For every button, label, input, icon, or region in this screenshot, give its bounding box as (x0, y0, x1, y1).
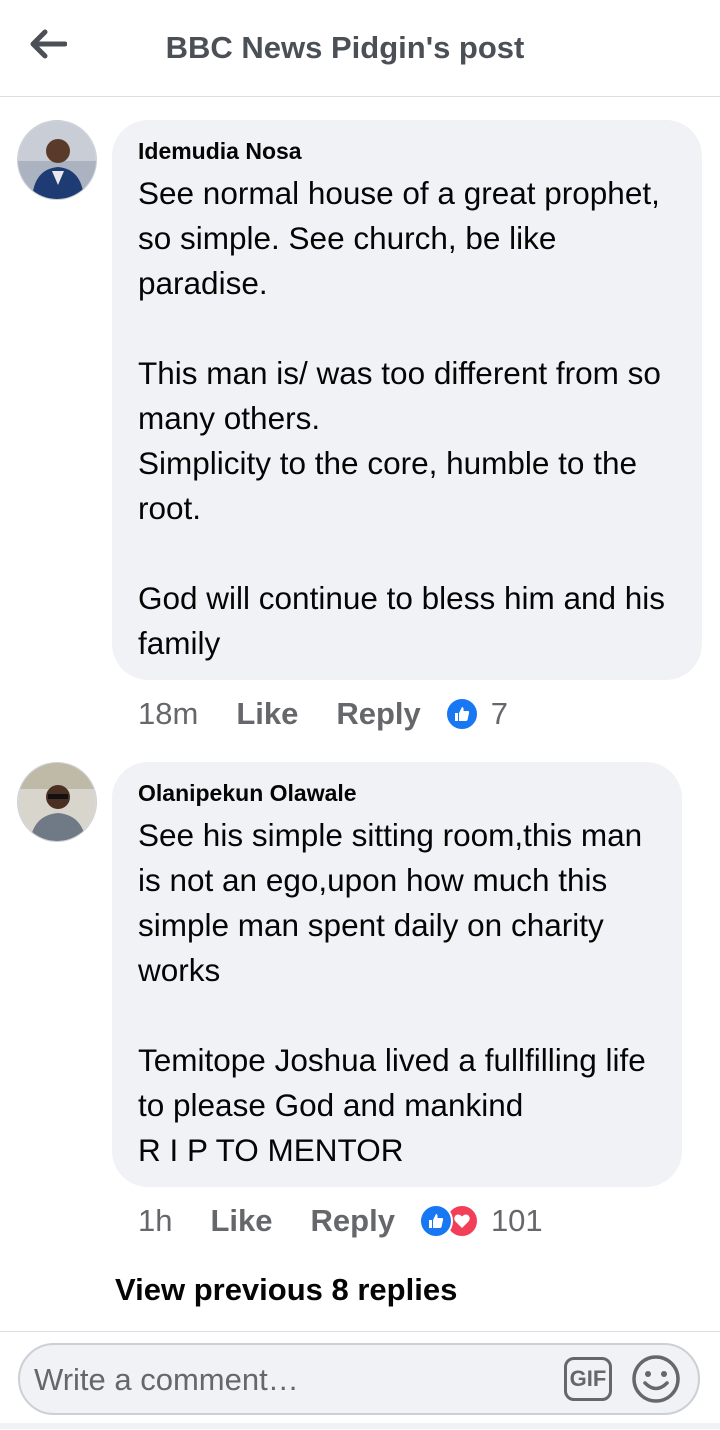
comment-input-container[interactable]: GIF (18, 1343, 700, 1415)
like-reaction-icon (418, 1204, 453, 1238)
avatar-idemudia-nosa[interactable] (17, 120, 97, 200)
avatar-image (18, 121, 96, 199)
page-title: BBC News Pidgin's post (165, 30, 525, 65)
comment-text: See his simple sitting room,this man is … (138, 817, 646, 1168)
comment-text: See normal house of a great prophet, so … (138, 175, 666, 661)
reaction-count: 101 (490, 1203, 543, 1238)
bottom-divider (0, 1423, 720, 1429)
comment-bubble[interactable]: Olanipekun Olawale See his simple sittin… (112, 762, 682, 1187)
avatar-image (18, 763, 96, 841)
comment-input[interactable] (32, 1353, 556, 1407)
reply-button[interactable]: Reply (336, 696, 420, 732)
smiley-icon[interactable] (630, 1353, 682, 1405)
like-reaction-icon (444, 697, 479, 731)
comment-meta: 1h Like Reply 101 (138, 1203, 543, 1239)
like-button[interactable]: Like (236, 696, 298, 732)
gif-button[interactable]: GIF (564, 1357, 612, 1401)
reaction-summary[interactable]: 7 (444, 696, 509, 732)
top-bar: BBC News Pidgin's post (0, 0, 720, 97)
reply-button[interactable]: Reply (311, 1203, 395, 1239)
comment-meta: 18m Like Reply 7 (138, 696, 508, 732)
comment-time[interactable]: 18m (138, 696, 198, 732)
comment-bubble[interactable]: Idemudia Nosa See normal house of a grea… (112, 120, 702, 680)
comment-composer: GIF (0, 1331, 720, 1430)
like-button[interactable]: Like (210, 1203, 272, 1239)
avatar-olanipekun-olawale[interactable] (17, 762, 97, 842)
comment-author[interactable]: Olanipekun Olawale (138, 780, 656, 807)
comment-time[interactable]: 1h (138, 1203, 172, 1239)
reaction-count: 7 (490, 696, 509, 731)
view-previous-replies-link[interactable]: View previous 8 replies (115, 1272, 457, 1308)
reaction-summary[interactable]: 101 (418, 1203, 543, 1239)
comment-author[interactable]: Idemudia Nosa (138, 138, 676, 165)
